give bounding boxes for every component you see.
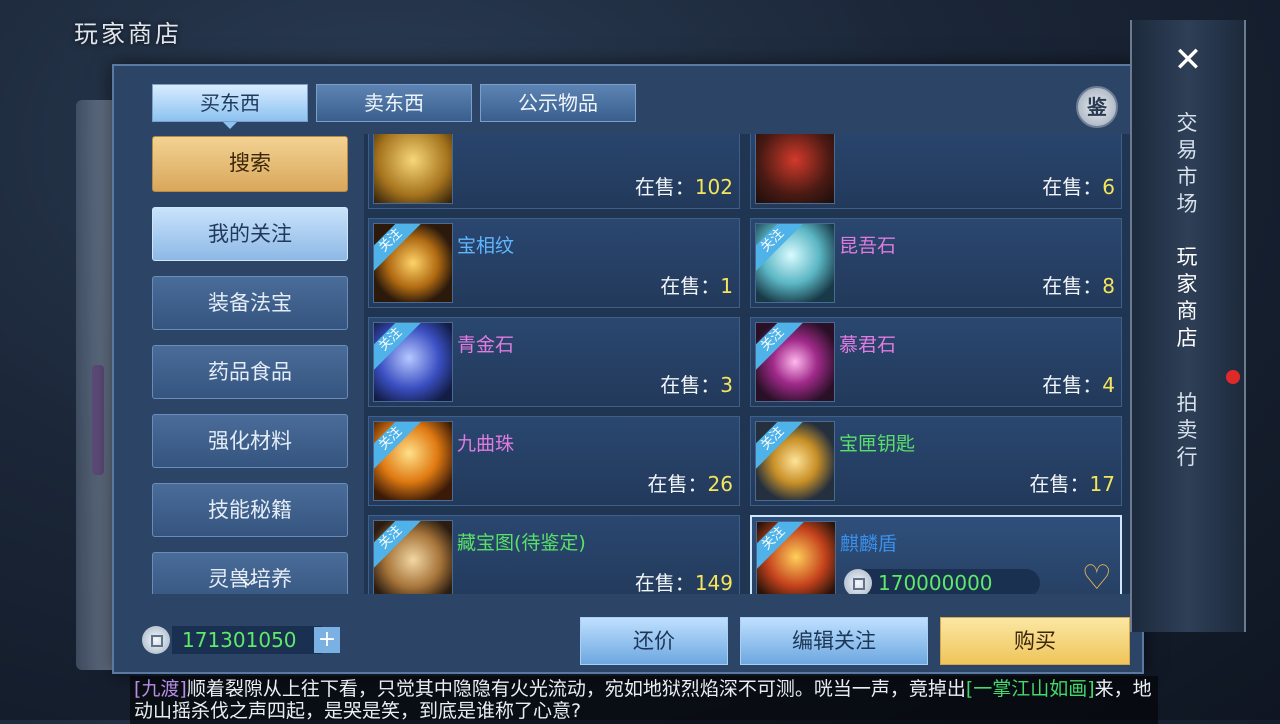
item-name: 麒麟盾 — [840, 533, 898, 555]
item-card[interactable]: 关注 昆吾石在售：8 — [750, 218, 1122, 308]
chat-speaker[interactable]: [九渡] — [134, 678, 187, 700]
stock-count: 17 — [1089, 472, 1115, 496]
item-name: 九曲珠 — [457, 433, 515, 455]
stock-count: 6 — [1102, 175, 1115, 199]
stock-label: 在售： — [1042, 175, 1103, 199]
balance-display: 171301050 — [172, 626, 322, 654]
stock-count: 149 — [694, 571, 733, 594]
item-stock: 在售：149 — [635, 567, 733, 594]
item-name: 宝匣钥匙 — [839, 433, 916, 455]
follow-badge: 关注 — [374, 323, 423, 372]
sidebar-item-enhance-materials[interactable]: 强化材料 — [152, 414, 348, 468]
gold-rune-icon: 关注 — [373, 223, 453, 303]
item-stock: 在售：17 — [1030, 468, 1115, 497]
blue-gem-icon: 关注 — [373, 322, 453, 402]
treasure-map-icon: 关注 — [373, 520, 453, 594]
follow-badge: 关注 — [756, 323, 805, 372]
item-stock: 在售：1 — [660, 270, 733, 299]
stock-count: 1 — [720, 274, 733, 298]
window-title: 玩家商店 — [74, 20, 182, 48]
item-stock: 在售：6 — [1042, 171, 1115, 200]
follow-badge: 关注 — [374, 521, 423, 570]
stock-count: 3 — [720, 373, 733, 397]
follow-badge: 关注 — [374, 224, 423, 273]
heart-icon[interactable]: ♡ — [1082, 561, 1112, 594]
item-card[interactable]: 关注 宝相纹在售：1 — [368, 218, 740, 308]
stock-label: 在售： — [1042, 274, 1103, 298]
item-stock: 在售：3 — [660, 369, 733, 398]
category-sidebar: 搜索 我的关注 装备法宝 药品食品 强化材料 技能秘籍 灵兽培养 — [152, 136, 348, 594]
item-stock: 在售：102 — [635, 171, 733, 200]
search-button[interactable]: 搜索 — [152, 136, 348, 192]
item-price: 170000000 — [878, 571, 993, 594]
silver-coin-icon — [844, 569, 872, 594]
stock-count: 8 — [1102, 274, 1115, 298]
chat-message: [九渡]顺着裂隙从上往下看，只觉其中隐隐有火光流动，宛如地狱烈焰深不可测。咣当一… — [130, 676, 1158, 724]
tab-auction-house[interactable]: 拍卖行 — [1172, 390, 1202, 471]
fire-orb-icon: 关注 — [373, 421, 453, 501]
follow-badge: 关注 — [756, 422, 805, 471]
jade-orb-icon: 关注 — [755, 223, 835, 303]
stock-label: 在售： — [660, 373, 721, 397]
bargain-button[interactable]: 还价 — [580, 617, 728, 665]
stock-label: 在售： — [1029, 472, 1090, 496]
sidebar-item-my-follows[interactable]: 我的关注 — [152, 207, 348, 261]
silver-coin-icon — [142, 626, 170, 654]
purple-crystal-icon: 关注 — [755, 322, 835, 402]
item-name: 藏宝图(待鉴定) — [457, 532, 586, 554]
tab-player-shop[interactable]: 玩家商店 — [1172, 244, 1202, 352]
tab-sell[interactable]: 卖东西 — [316, 84, 472, 122]
item-card[interactable]: 关注 九曲珠在售：26 — [368, 416, 740, 506]
stock-label: 在售： — [634, 175, 695, 199]
item-card[interactable]: 在售：102 — [368, 134, 740, 209]
golden-key-icon: 关注 — [755, 421, 835, 501]
item-card[interactable]: 关注 藏宝图(待鉴定) 在售：149 — [368, 515, 740, 594]
add-currency-button[interactable]: + — [314, 627, 340, 653]
tab-trading-market[interactable]: 交易市场 — [1172, 110, 1202, 218]
follow-badge: 关注 — [374, 422, 423, 471]
price-field: 170000000 — [844, 569, 1040, 594]
stock-label: 在售： — [634, 571, 695, 594]
follow-badge: 关注 — [756, 224, 805, 273]
item-stock: 在售：4 — [1042, 369, 1115, 398]
stock-count: 102 — [694, 175, 733, 199]
item-stock: 在售：8 — [1042, 270, 1115, 299]
stock-count: 4 — [1102, 373, 1115, 397]
buy-button[interactable]: 购买 — [940, 617, 1130, 665]
red-armor-icon — [755, 134, 835, 204]
item-card[interactable]: 关注 宝匣钥匙在售：17 — [750, 416, 1122, 506]
item-card[interactable]: 关注 青金石在售：3 — [368, 317, 740, 407]
item-name: 宝相纹 — [457, 235, 515, 257]
sidebar-item-equipment[interactable]: 装备法宝 — [152, 276, 348, 330]
chat-text-1: 顺着裂隙从上往下看，只觉其中隐隐有火光流动，宛如地狱烈焰深不可测。咣当一声，竟掉… — [186, 678, 966, 700]
item-card[interactable]: 关注 麒麟盾 170000000 ♡ — [750, 515, 1122, 594]
scroll-gold-icon — [373, 134, 453, 204]
stock-label: 在售： — [647, 472, 708, 496]
sidebar-item-medicine-food[interactable]: 药品食品 — [152, 345, 348, 399]
stock-label: 在售： — [1042, 373, 1103, 397]
tab-buy[interactable]: 买东西 — [152, 84, 308, 129]
tab-public-items[interactable]: 公示物品 — [480, 84, 636, 122]
sidebar-item-skill-books[interactable]: 技能秘籍 — [152, 483, 348, 537]
close-icon[interactable]: ✕ — [1168, 40, 1208, 80]
item-name: 青金石 — [457, 334, 515, 356]
item-grid[interactable]: 在售：102 在售：6 关注 宝相纹 在售：1 关注 昆吾石 在售：8 关注 青金石 在售：3 关注慕… — [364, 134, 1134, 594]
item-card[interactable]: 关注 慕君石在售：4 — [750, 317, 1122, 407]
chat-item-link[interactable]: [一掌江山如画] — [966, 678, 1095, 700]
qilin-shield-icon: 关注 — [756, 521, 836, 594]
notification-dot — [1226, 370, 1240, 384]
tab-bar: 买东西 卖东西 公示物品 — [152, 84, 636, 129]
ribbon-decoration — [92, 365, 104, 475]
item-name: 慕君石 — [839, 334, 897, 356]
item-stock: 在售：26 — [648, 468, 733, 497]
follow-badge: 关注 — [757, 522, 806, 571]
item-name: 昆吾石 — [839, 235, 897, 257]
stock-count: 26 — [707, 472, 733, 496]
edit-follow-button[interactable]: 编辑关注 — [740, 617, 928, 665]
item-card[interactable]: 在售：6 — [750, 134, 1122, 209]
shop-panel: 买东西 卖东西 公示物品 鉴 搜索 我的关注 装备法宝 药品食品 强化材料 技能… — [112, 64, 1144, 674]
appraise-button[interactable]: 鉴 — [1076, 86, 1118, 128]
stock-label: 在售： — [660, 274, 721, 298]
